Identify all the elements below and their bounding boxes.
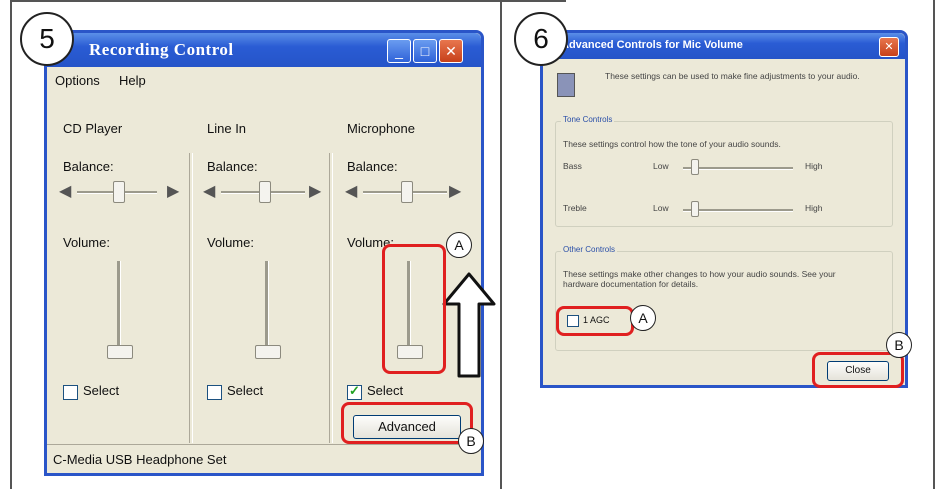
balance-label: Balance: [347,159,398,174]
balance-slider-thumb[interactable] [259,181,271,203]
speaker-left-icon: ◀ [345,183,358,200]
bass-high-label: High [805,161,823,171]
volume-label: Volume: [207,235,254,250]
bass-slider-thumb[interactable] [691,159,699,175]
select-label: Select [367,383,404,398]
tone-controls-title: Tone Controls [561,115,615,124]
treble-low-label: Low [653,203,669,213]
select-checkbox-microphone[interactable]: ✓ [347,383,362,400]
minimize-button[interactable]: _ [387,39,411,63]
speaker-right-icon: ▶ [309,183,322,200]
select-label: Select [227,383,264,398]
tone-description: These settings control how the tone of y… [563,139,781,149]
volume-highlight-box [382,244,446,374]
column-separator [329,153,333,443]
volume-label: Volume: [63,235,110,250]
status-text: C-Media USB Headphone Set [53,452,227,467]
step-number-6: 6 [514,12,568,66]
callout-a: A [630,305,656,331]
treble-slider-thumb[interactable] [691,201,699,217]
column-label-line-in: Line In [207,121,247,136]
bass-slider-track [683,167,793,170]
menu-bar: Options Help [47,67,481,93]
speaker-left-icon: ◀ [59,183,72,200]
mixer-icon [557,73,575,97]
title-bar: Advanced Controls for Mic Volume ✕ [543,33,905,59]
treble-slider-track [683,209,793,212]
balance-label: Balance: [207,159,258,174]
volume-slider-thumb[interactable] [107,345,133,359]
intro-text: These settings can be used to make fine … [605,71,860,81]
select-checkbox-cd-player[interactable] [63,385,78,400]
select-checkbox-line-in[interactable] [207,385,222,400]
other-controls-title: Other Controls [561,245,618,254]
frame-top [10,0,566,2]
column-separator [189,153,193,443]
close-highlight-box [812,352,904,388]
volume-slider-track [265,261,269,351]
menu-options[interactable]: Options [55,73,100,88]
window-title: Advanced Controls for Mic Volume [561,39,743,51]
callout-a: A [446,232,472,258]
window-title: Recording Control [89,40,234,59]
column-label-cd-player: CD Player [63,121,123,136]
other-description: These settings make other changes to how… [563,269,836,289]
up-arrow-icon [442,272,496,378]
frame-mid [500,0,502,489]
status-bar: C-Media USB Headphone Set [47,444,481,473]
callout-b: B [458,428,484,454]
agc-highlight-box [556,306,634,336]
frame-right [933,0,935,489]
callout-b: B [886,332,912,358]
balance-label: Balance: [63,159,114,174]
volume-slider-thumb[interactable] [255,345,281,359]
speaker-left-icon: ◀ [203,183,216,200]
frame-left [10,0,12,489]
checkmark-icon: ✓ [349,383,360,398]
other-controls-group [555,251,893,351]
close-button[interactable]: ✕ [879,37,899,57]
volume-slider-track [117,261,121,351]
step-number-5: 5 [20,12,74,66]
speaker-right-icon: ▶ [167,183,180,200]
speaker-right-icon: ▶ [449,183,462,200]
menu-help[interactable]: Help [119,73,146,88]
select-label: Select [83,383,120,398]
balance-slider-thumb[interactable] [113,181,125,203]
bass-low-label: Low [653,161,669,171]
advanced-highlight-box [341,402,473,444]
bass-label: Bass [563,161,582,171]
balance-slider-thumb[interactable] [401,181,413,203]
close-button[interactable]: ✕ [439,39,463,63]
column-label-microphone: Microphone [347,121,415,136]
treble-label: Treble [563,203,587,213]
title-bar: Recording Control _ □ ✕ [47,33,481,67]
maximize-button[interactable]: □ [413,39,437,63]
treble-high-label: High [805,203,823,213]
